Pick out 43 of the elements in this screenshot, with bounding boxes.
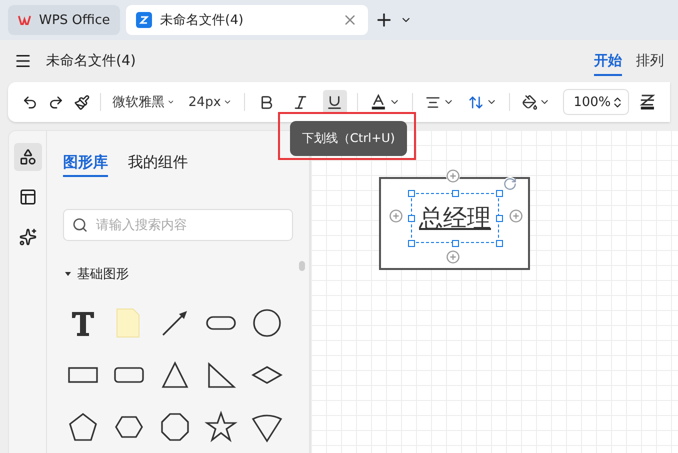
scrollbar-thumb[interactable] bbox=[299, 261, 305, 271]
resize-handle[interactable] bbox=[408, 215, 415, 222]
browser-tab[interactable]: 未命名文件(4) bbox=[126, 5, 368, 35]
zoom-field[interactable]: 100% bbox=[562, 89, 630, 115]
sparkles-icon bbox=[18, 228, 36, 246]
section-header[interactable]: 基础图形 bbox=[63, 265, 293, 283]
document-title: 未命名文件(4) bbox=[46, 52, 137, 70]
menu-icon[interactable] bbox=[14, 52, 32, 70]
rectangle-node[interactable] bbox=[379, 177, 530, 270]
font-dropdown[interactable]: 微软雅黑 bbox=[110, 90, 176, 114]
zoom-value: 100% bbox=[574, 94, 611, 110]
search-icon bbox=[72, 217, 88, 233]
redo-icon[interactable] bbox=[48, 94, 64, 110]
format-painter-icon[interactable] bbox=[74, 94, 90, 110]
shapes-rail-button[interactable] bbox=[14, 143, 42, 171]
logo-icon bbox=[18, 13, 31, 27]
underline-icon bbox=[326, 94, 344, 110]
resize-handle[interactable] bbox=[496, 240, 503, 247]
document-icon bbox=[136, 12, 152, 28]
browser-tab[interactable]: WPS Office bbox=[8, 5, 120, 35]
resize-handle[interactable] bbox=[452, 240, 459, 247]
strikethrough-icon[interactable] bbox=[639, 93, 656, 111]
resize-handle[interactable] bbox=[408, 190, 415, 197]
resize-handle[interactable] bbox=[496, 215, 503, 222]
connector-plus-icon[interactable] bbox=[446, 169, 460, 183]
resize-handle[interactable] bbox=[452, 190, 459, 197]
font-color-icon bbox=[370, 93, 387, 111]
line-spacing-icon bbox=[468, 94, 484, 110]
ribbon-tab[interactable]: 开始 bbox=[594, 46, 622, 76]
tooltip: 下划线（Ctrl+U) bbox=[290, 121, 407, 156]
search-field[interactable]: 请输入搜索内容 bbox=[63, 209, 293, 241]
ribbon-tab[interactable]: 排列 bbox=[636, 46, 664, 76]
underline-button[interactable] bbox=[322, 90, 347, 114]
panel-tab[interactable]: 我的组件 bbox=[128, 153, 188, 177]
size-dropdown[interactable]: 24px bbox=[186, 90, 234, 114]
panel-tab[interactable]: 图形库 bbox=[63, 153, 108, 177]
layout-icon bbox=[18, 188, 36, 206]
paint-bucket-icon bbox=[522, 94, 538, 110]
undo-icon[interactable] bbox=[22, 94, 38, 110]
node-text: 总经理 bbox=[419, 203, 491, 234]
resize-handle[interactable] bbox=[496, 190, 503, 197]
shapes-icon bbox=[18, 148, 36, 166]
resize-handle[interactable] bbox=[408, 240, 415, 247]
